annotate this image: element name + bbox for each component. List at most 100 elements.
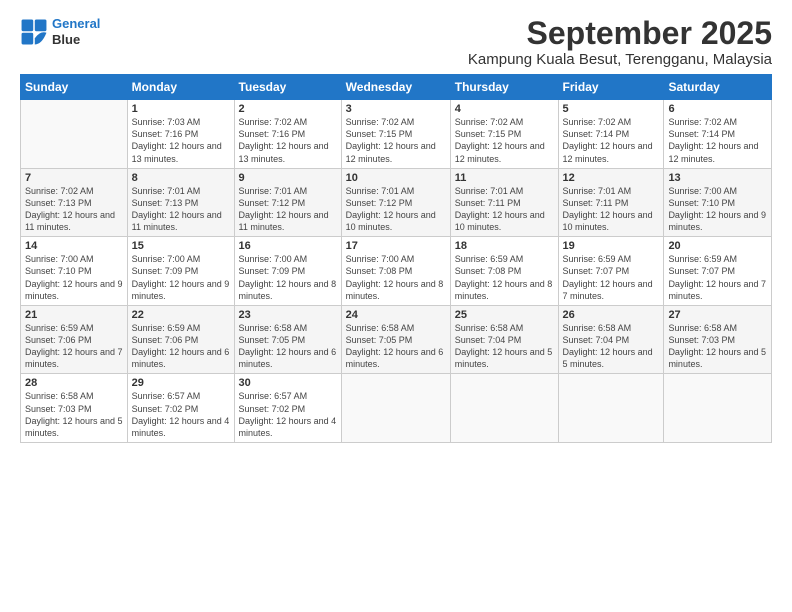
day-info: Sunrise: 6:59 AM Sunset: 7:08 PM Dayligh… (455, 253, 554, 302)
col-monday: Monday (127, 75, 234, 100)
day-info: Sunrise: 7:02 AM Sunset: 7:16 PM Dayligh… (239, 116, 337, 165)
col-friday: Friday (558, 75, 664, 100)
col-tuesday: Tuesday (234, 75, 341, 100)
cell-w1-d0 (21, 100, 128, 169)
day-info: Sunrise: 6:59 AM Sunset: 7:07 PM Dayligh… (668, 253, 767, 302)
cell-w2-d2: 9Sunrise: 7:01 AM Sunset: 7:12 PM Daylig… (234, 168, 341, 237)
cell-w3-d5: 19Sunrise: 6:59 AM Sunset: 7:07 PM Dayli… (558, 237, 664, 306)
day-info: Sunrise: 6:59 AM Sunset: 7:06 PM Dayligh… (132, 322, 230, 371)
cell-w4-d4: 25Sunrise: 6:58 AM Sunset: 7:04 PM Dayli… (450, 305, 558, 374)
cell-w3-d1: 15Sunrise: 7:00 AM Sunset: 7:09 PM Dayli… (127, 237, 234, 306)
day-number: 12 (563, 172, 660, 184)
cell-w2-d4: 11Sunrise: 7:01 AM Sunset: 7:11 PM Dayli… (450, 168, 558, 237)
col-saturday: Saturday (664, 75, 772, 100)
cell-w3-d4: 18Sunrise: 6:59 AM Sunset: 7:08 PM Dayli… (450, 237, 558, 306)
day-info: Sunrise: 6:58 AM Sunset: 7:05 PM Dayligh… (346, 322, 446, 371)
day-number: 1 (132, 103, 230, 115)
day-number: 7 (25, 172, 123, 184)
cell-w4-d3: 24Sunrise: 6:58 AM Sunset: 7:05 PM Dayli… (341, 305, 450, 374)
day-number: 18 (455, 240, 554, 252)
day-number: 20 (668, 240, 767, 252)
logo: GeneralBlue (20, 16, 100, 47)
day-info: Sunrise: 7:02 AM Sunset: 7:15 PM Dayligh… (346, 116, 446, 165)
calendar-header-row: Sunday Monday Tuesday Wednesday Thursday… (21, 75, 772, 100)
col-sunday: Sunday (21, 75, 128, 100)
day-number: 13 (668, 172, 767, 184)
day-number: 16 (239, 240, 337, 252)
day-number: 21 (25, 309, 123, 321)
col-thursday: Thursday (450, 75, 558, 100)
cell-w4-d5: 26Sunrise: 6:58 AM Sunset: 7:04 PM Dayli… (558, 305, 664, 374)
cell-w2-d1: 8Sunrise: 7:01 AM Sunset: 7:13 PM Daylig… (127, 168, 234, 237)
day-info: Sunrise: 6:57 AM Sunset: 7:02 PM Dayligh… (132, 390, 230, 439)
cell-w1-d2: 2Sunrise: 7:02 AM Sunset: 7:16 PM Daylig… (234, 100, 341, 169)
day-info: Sunrise: 7:00 AM Sunset: 7:08 PM Dayligh… (346, 253, 446, 302)
cell-w5-d3 (341, 374, 450, 443)
day-info: Sunrise: 6:58 AM Sunset: 7:04 PM Dayligh… (563, 322, 660, 371)
day-number: 17 (346, 240, 446, 252)
logo-text: GeneralBlue (52, 16, 100, 47)
day-info: Sunrise: 6:57 AM Sunset: 7:02 PM Dayligh… (239, 390, 337, 439)
day-number: 19 (563, 240, 660, 252)
day-number: 11 (455, 172, 554, 184)
day-info: Sunrise: 7:02 AM Sunset: 7:15 PM Dayligh… (455, 116, 554, 165)
day-info: Sunrise: 6:59 AM Sunset: 7:07 PM Dayligh… (563, 253, 660, 302)
cell-w5-d2: 30Sunrise: 6:57 AM Sunset: 7:02 PM Dayli… (234, 374, 341, 443)
day-info: Sunrise: 7:01 AM Sunset: 7:12 PM Dayligh… (239, 185, 337, 234)
day-info: Sunrise: 7:02 AM Sunset: 7:14 PM Dayligh… (668, 116, 767, 165)
cell-w3-d0: 14Sunrise: 7:00 AM Sunset: 7:10 PM Dayli… (21, 237, 128, 306)
calendar-table: Sunday Monday Tuesday Wednesday Thursday… (20, 74, 772, 443)
week-row-3: 14Sunrise: 7:00 AM Sunset: 7:10 PM Dayli… (21, 237, 772, 306)
cell-w5-d4 (450, 374, 558, 443)
cell-w1-d1: 1Sunrise: 7:03 AM Sunset: 7:16 PM Daylig… (127, 100, 234, 169)
day-number: 22 (132, 309, 230, 321)
title-block: September 2025 Kampung Kuala Besut, Tere… (468, 16, 772, 68)
cell-w4-d0: 21Sunrise: 6:59 AM Sunset: 7:06 PM Dayli… (21, 305, 128, 374)
day-info: Sunrise: 7:02 AM Sunset: 7:13 PM Dayligh… (25, 185, 123, 234)
day-info: Sunrise: 7:01 AM Sunset: 7:13 PM Dayligh… (132, 185, 230, 234)
day-number: 29 (132, 377, 230, 389)
cell-w4-d6: 27Sunrise: 6:58 AM Sunset: 7:03 PM Dayli… (664, 305, 772, 374)
day-number: 2 (239, 103, 337, 115)
cell-w5-d1: 29Sunrise: 6:57 AM Sunset: 7:02 PM Dayli… (127, 374, 234, 443)
day-info: Sunrise: 7:01 AM Sunset: 7:11 PM Dayligh… (455, 185, 554, 234)
cell-w3-d2: 16Sunrise: 7:00 AM Sunset: 7:09 PM Dayli… (234, 237, 341, 306)
cell-w3-d6: 20Sunrise: 6:59 AM Sunset: 7:07 PM Dayli… (664, 237, 772, 306)
day-number: 30 (239, 377, 337, 389)
cell-w5-d5 (558, 374, 664, 443)
cell-w4-d1: 22Sunrise: 6:59 AM Sunset: 7:06 PM Dayli… (127, 305, 234, 374)
cell-w5-d6 (664, 374, 772, 443)
cell-w1-d4: 4Sunrise: 7:02 AM Sunset: 7:15 PM Daylig… (450, 100, 558, 169)
day-number: 26 (563, 309, 660, 321)
location-subtitle: Kampung Kuala Besut, Terengganu, Malaysi… (468, 51, 772, 68)
week-row-5: 28Sunrise: 6:58 AM Sunset: 7:03 PM Dayli… (21, 374, 772, 443)
day-number: 6 (668, 103, 767, 115)
day-number: 25 (455, 309, 554, 321)
day-info: Sunrise: 6:58 AM Sunset: 7:03 PM Dayligh… (668, 322, 767, 371)
day-info: Sunrise: 7:00 AM Sunset: 7:10 PM Dayligh… (668, 185, 767, 234)
day-number: 10 (346, 172, 446, 184)
day-number: 14 (25, 240, 123, 252)
day-number: 15 (132, 240, 230, 252)
day-info: Sunrise: 7:01 AM Sunset: 7:12 PM Dayligh… (346, 185, 446, 234)
cell-w1-d3: 3Sunrise: 7:02 AM Sunset: 7:15 PM Daylig… (341, 100, 450, 169)
cell-w2-d6: 13Sunrise: 7:00 AM Sunset: 7:10 PM Dayli… (664, 168, 772, 237)
day-number: 24 (346, 309, 446, 321)
day-info: Sunrise: 7:00 AM Sunset: 7:10 PM Dayligh… (25, 253, 123, 302)
day-number: 27 (668, 309, 767, 321)
col-wednesday: Wednesday (341, 75, 450, 100)
cell-w2-d5: 12Sunrise: 7:01 AM Sunset: 7:11 PM Dayli… (558, 168, 664, 237)
day-number: 23 (239, 309, 337, 321)
day-info: Sunrise: 6:58 AM Sunset: 7:03 PM Dayligh… (25, 390, 123, 439)
cell-w2-d3: 10Sunrise: 7:01 AM Sunset: 7:12 PM Dayli… (341, 168, 450, 237)
day-info: Sunrise: 7:02 AM Sunset: 7:14 PM Dayligh… (563, 116, 660, 165)
cell-w2-d0: 7Sunrise: 7:02 AM Sunset: 7:13 PM Daylig… (21, 168, 128, 237)
header: GeneralBlue September 2025 Kampung Kuala… (20, 16, 772, 68)
cell-w5-d0: 28Sunrise: 6:58 AM Sunset: 7:03 PM Dayli… (21, 374, 128, 443)
cell-w3-d3: 17Sunrise: 7:00 AM Sunset: 7:08 PM Dayli… (341, 237, 450, 306)
day-number: 3 (346, 103, 446, 115)
day-info: Sunrise: 6:58 AM Sunset: 7:04 PM Dayligh… (455, 322, 554, 371)
month-title: September 2025 (468, 16, 772, 51)
day-info: Sunrise: 7:00 AM Sunset: 7:09 PM Dayligh… (239, 253, 337, 302)
week-row-2: 7Sunrise: 7:02 AM Sunset: 7:13 PM Daylig… (21, 168, 772, 237)
